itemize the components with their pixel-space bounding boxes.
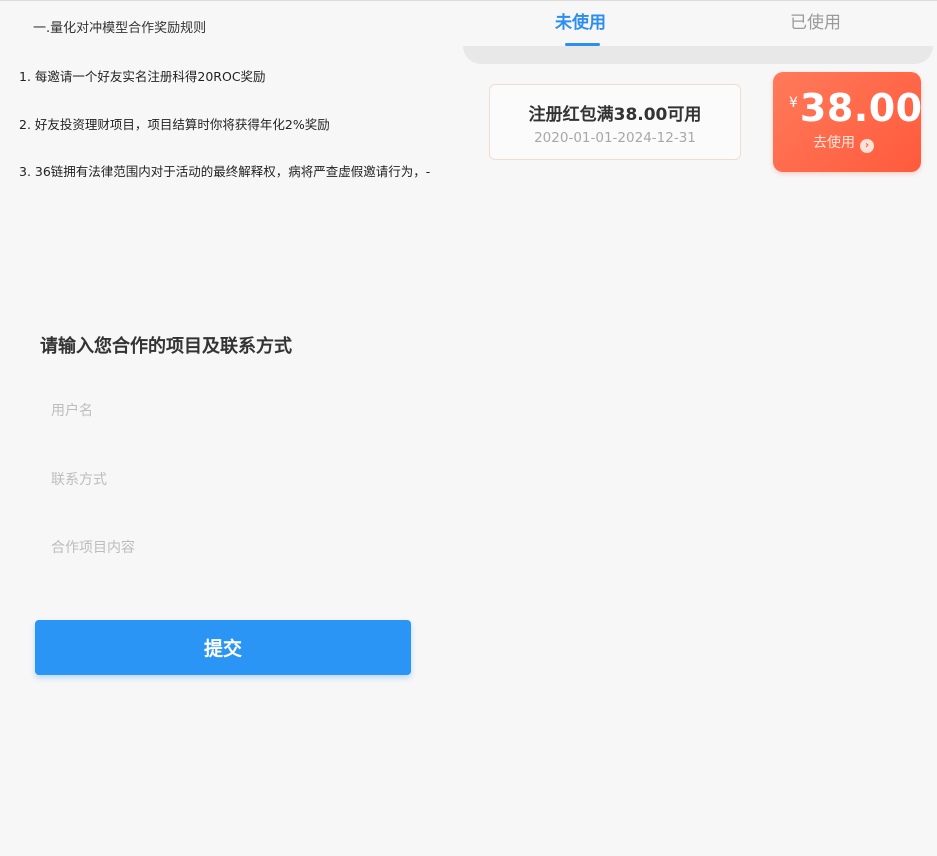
chevron-right-circle-icon: › <box>860 139 874 153</box>
tab-unused[interactable]: 未使用 <box>555 8 606 33</box>
use-coupon-label: 去使用 <box>813 135 855 151</box>
rule-item-2: 2. 好友投资理财项目，项目结算时你将获得年化2%奖励 <box>19 117 330 132</box>
coupon-panel: 未使用 已使用 注册红包满38.00可用 2020-01-01-2024-12-… <box>463 0 933 200</box>
coupon-info-card: 注册红包满38.00可用 2020-01-01-2024-12-31 <box>489 84 741 160</box>
coupon-tabs: 未使用 已使用 <box>463 0 933 48</box>
use-coupon-link[interactable]: 去使用 › <box>813 132 874 153</box>
contact-input[interactable] <box>40 463 420 497</box>
rule-item-3: 3. 36链拥有法律范围内对于活动的最终解释权，病将严查虚假邀请行为，- <box>19 164 431 179</box>
tab-used[interactable]: 已使用 <box>790 8 841 33</box>
project-content-input[interactable] <box>40 531 420 565</box>
coupon-date-range: 2020-01-01-2024-12-31 <box>534 130 696 146</box>
coupon-amount: ¥38.00 <box>789 86 921 130</box>
rule-item-1: 1. 每邀请一个好友实名注册科得20ROC奖励 <box>19 69 266 84</box>
currency-symbol: ¥ <box>789 95 798 111</box>
coupon-amount-value: 38.00 <box>799 86 921 130</box>
rules-title: 一.量化对冲模型合作奖励规则 <box>33 21 207 36</box>
form-title: 请输入您合作的项目及联系方式 <box>40 336 292 357</box>
coupon-use-ticket[interactable]: ¥38.00 去使用 › <box>773 72 921 172</box>
submit-button[interactable]: 提交 <box>35 620 411 675</box>
tab-bar-bottom <box>463 46 933 64</box>
coupon-name: 注册红包满38.00可用 <box>528 105 702 125</box>
username-input[interactable] <box>40 394 420 428</box>
